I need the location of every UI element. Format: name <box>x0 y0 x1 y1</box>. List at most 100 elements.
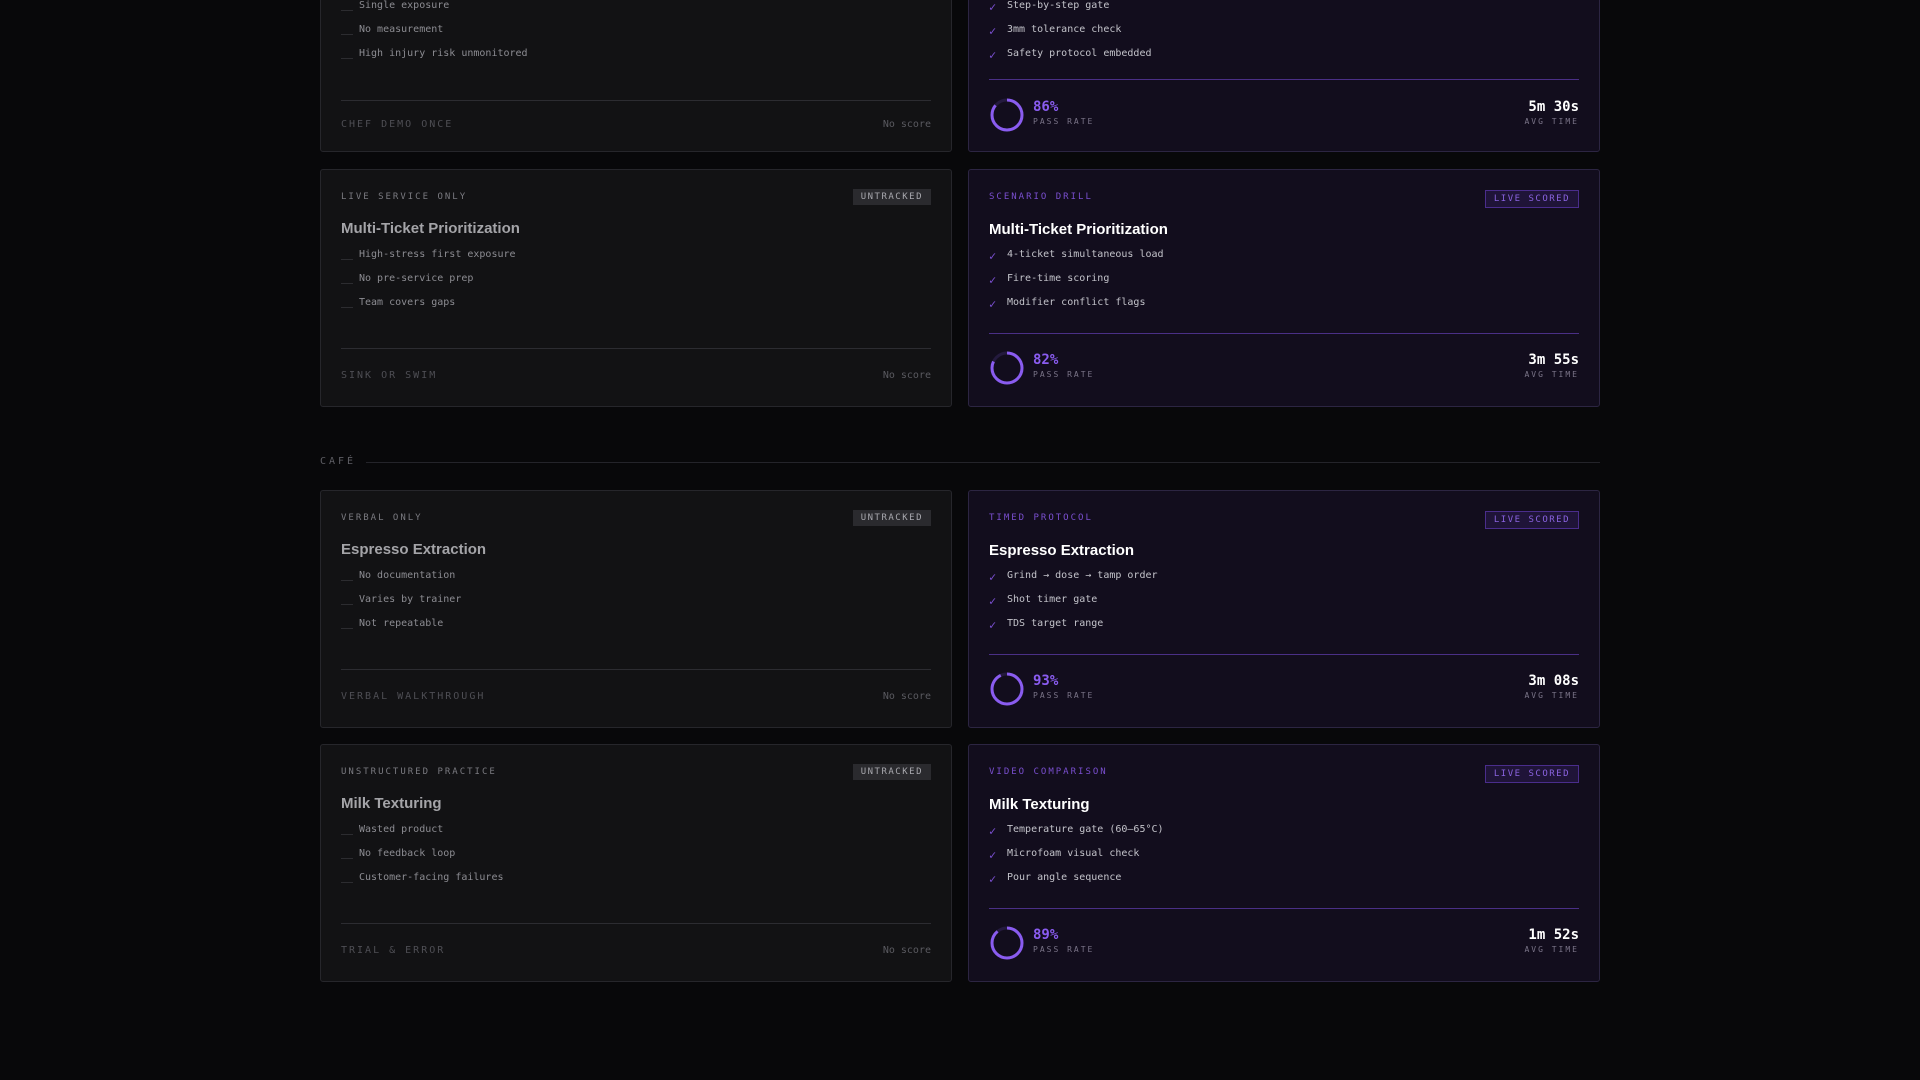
feature-list: ✓ 4-ticket simultaneous load ✓ Fire-time s… <box>989 248 1164 320</box>
check-icon: ✓ <box>989 824 997 838</box>
check-icon: ✓ <box>989 48 997 62</box>
card-divider <box>989 333 1579 334</box>
method-label: CHEF DEMO ONCE <box>341 119 454 130</box>
check-icon: ✓ <box>989 249 997 263</box>
method-label: TRIAL & ERROR <box>341 945 446 956</box>
issue-item: __ No feedback loop <box>341 847 504 871</box>
pass-rate-ring <box>990 98 1024 132</box>
method-tag: TIMED PROTOCOL <box>989 513 1093 523</box>
feature-item: ✓ Microfoam visual check <box>989 847 1164 871</box>
feature-list: ✓ Grind → dose → tamp order ✓ Shot timer g… <box>989 569 1158 641</box>
avg-time-label: AVG TIME <box>1524 945 1579 954</box>
check-icon: ✓ <box>989 570 997 584</box>
issue-item: __ Single exposure <box>341 0 528 23</box>
check-icon: ✓ <box>989 24 997 38</box>
status-badge: LIVE SCORED <box>1484 511 1579 529</box>
issue-item: __ Varies by trainer <box>341 593 461 617</box>
issue-list: __ High-stress first exposure __ No pre-se… <box>341 248 516 320</box>
skill-title: Multi-Ticket Prioritization <box>341 220 520 237</box>
issue-item: __ Customer-facing failures <box>341 871 504 895</box>
dash-icon: __ <box>341 297 354 308</box>
dash-icon: __ <box>341 848 354 859</box>
dash-icon: __ <box>341 48 354 59</box>
card-divider <box>341 100 931 101</box>
pass-rate-ring <box>990 351 1024 385</box>
issue-item: __ Wasted product <box>341 823 504 847</box>
ring-progress <box>990 926 1024 960</box>
check-icon: ✓ <box>989 297 997 311</box>
ring-progress <box>990 672 1024 706</box>
legacy-method-card: VERBAL ONLY UNTRACKED Espresso Extractio… <box>320 490 952 728</box>
avg-time-value: 3m 08s <box>1528 673 1579 689</box>
scored-module-card[interactable]: TIMED PROTOCOL LIVE SCORED Espresso Extr… <box>968 490 1600 728</box>
feature-item: ✓ Shot timer gate <box>989 593 1158 617</box>
skill-title: Multi-Ticket Prioritization <box>989 221 1168 238</box>
card-divider <box>341 669 931 670</box>
card-divider <box>989 654 1579 655</box>
scored-module-card[interactable]: ✓ Step-by-step gate ✓ 3mm tolerance check … <box>968 0 1600 152</box>
skill-title: Espresso Extraction <box>341 541 487 558</box>
avg-time-label: AVG TIME <box>1524 691 1579 700</box>
scored-module-card[interactable]: SCENARIO DRILL LIVE SCORED Multi-Ticket … <box>968 169 1600 407</box>
issue-item: __ High injury risk unmonitored <box>341 47 528 71</box>
feature-item: ✓ 4-ticket simultaneous load <box>989 248 1164 272</box>
check-icon: ✓ <box>989 594 997 608</box>
feature-item: ✓ TDS target range <box>989 617 1158 641</box>
feature-item: ✓ 3mm tolerance check <box>989 23 1152 47</box>
avg-time-label: AVG TIME <box>1524 117 1579 126</box>
check-icon: ✓ <box>989 848 997 862</box>
card-divider <box>341 923 931 924</box>
feature-item: ✓ Temperature gate (60–65°C) <box>989 823 1164 847</box>
check-icon: ✓ <box>989 618 997 632</box>
feature-item: ✓ Fire-time scoring <box>989 272 1164 296</box>
pass-rate-value: 89% <box>1033 927 1059 943</box>
skill-title: Milk Texturing <box>989 796 1090 813</box>
pass-rate-label: PASS RATE <box>1033 691 1095 700</box>
feature-item: ✓ Pour angle sequence <box>989 871 1164 895</box>
issue-item: __ Not repeatable <box>341 617 461 641</box>
dash-icon: __ <box>341 273 354 284</box>
dash-icon: __ <box>341 0 354 11</box>
section-divider <box>366 462 1600 463</box>
status-badge: LIVE SCORED <box>1484 190 1579 208</box>
method-tag: UNSTRUCTURED PRACTICE <box>341 767 497 777</box>
avg-time-label: AVG TIME <box>1524 370 1579 379</box>
issue-list: __ No documentation __ Varies by trainer _… <box>341 569 461 641</box>
check-icon: ✓ <box>989 0 997 14</box>
status-badge: LIVE SCORED <box>1484 765 1579 783</box>
method-tag: LIVE SERVICE ONLY <box>341 192 468 202</box>
feature-item: ✓ Modifier conflict flags <box>989 296 1164 320</box>
pass-rate-label: PASS RATE <box>1033 370 1095 379</box>
issue-item: __ No documentation <box>341 569 461 593</box>
status-badge: UNTRACKED <box>852 189 931 205</box>
scored-module-card[interactable]: VIDEO COMPARISON LIVE SCORED Milk Textur… <box>968 744 1600 982</box>
skill-title: Milk Texturing <box>341 795 442 812</box>
card-divider <box>989 79 1579 80</box>
card-divider <box>989 908 1579 909</box>
method-label: VERBAL WALKTHROUGH <box>341 691 486 702</box>
check-icon: ✓ <box>989 872 997 886</box>
issue-list: __ Wasted product __ No feedback loop __ Cu… <box>341 823 504 895</box>
dash-icon: __ <box>341 872 354 883</box>
card-divider <box>341 348 931 349</box>
section-label: CAFÉ <box>320 456 357 467</box>
issue-item: __ No pre-service prep <box>341 272 516 296</box>
status-badge: UNTRACKED <box>852 510 931 526</box>
dash-icon: __ <box>341 594 354 605</box>
issue-item: __ High-stress first exposure <box>341 248 516 272</box>
method-label: SINK OR SWIM <box>341 370 438 381</box>
check-icon: ✓ <box>989 273 997 287</box>
pass-rate-value: 86% <box>1033 99 1059 115</box>
method-tag: VIDEO COMPARISON <box>989 767 1108 777</box>
pass-rate-ring <box>990 672 1024 706</box>
feature-list: ✓ Step-by-step gate ✓ 3mm tolerance check … <box>989 0 1152 71</box>
issue-item: __ Team covers gaps <box>341 296 516 320</box>
method-tag: SCENARIO DRILL <box>989 192 1093 202</box>
avg-time-value: 3m 55s <box>1528 352 1579 368</box>
pass-rate-label: PASS RATE <box>1033 117 1095 126</box>
pass-rate-label: PASS RATE <box>1033 945 1095 954</box>
feature-item: ✓ Safety protocol embedded <box>989 47 1152 71</box>
legacy-method-card: UNSTRUCTURED PRACTICE UNTRACKED Milk Tex… <box>320 744 952 982</box>
avg-time-value: 1m 52s <box>1528 927 1579 943</box>
avg-time-value: 5m 30s <box>1528 99 1579 115</box>
